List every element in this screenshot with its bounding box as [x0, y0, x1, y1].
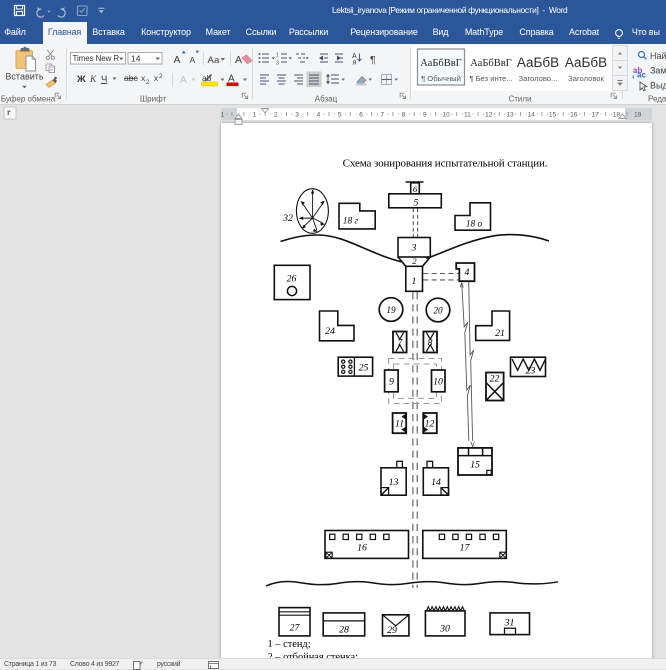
svg-text:Заменить: Заменить	[650, 66, 666, 76]
svg-text:8: 8	[402, 112, 406, 119]
svg-text:32: 32	[282, 213, 293, 224]
svg-text:14: 14	[131, 54, 141, 64]
svg-text:11: 11	[395, 419, 404, 430]
svg-text:¶ Без инте...: ¶ Без инте...	[469, 74, 512, 83]
svg-text:Times New R: Times New R	[73, 54, 120, 63]
svg-text:14: 14	[431, 477, 441, 488]
svg-text:6: 6	[413, 184, 418, 194]
svg-text:20: 20	[433, 306, 443, 316]
svg-text:Заголово...: Заголово...	[519, 74, 558, 83]
svg-text:23: 23	[526, 366, 536, 377]
svg-text:16: 16	[357, 543, 367, 554]
svg-text:26: 26	[287, 274, 297, 285]
svg-text:24: 24	[325, 326, 335, 337]
svg-text:2: 2	[146, 80, 150, 86]
svg-text:8: 8	[428, 338, 433, 349]
svg-text:9: 9	[423, 112, 427, 119]
svg-text:¶ Обычный: ¶ Обычный	[421, 74, 461, 83]
svg-text:30: 30	[439, 624, 450, 635]
svg-text:29: 29	[387, 625, 397, 636]
svg-text:10: 10	[442, 112, 450, 119]
svg-text:1: 1	[253, 112, 257, 119]
svg-text:Абзац: Абзац	[315, 95, 338, 104]
svg-text:10: 10	[433, 377, 443, 388]
svg-text:31: 31	[504, 618, 515, 629]
svg-text:7: 7	[380, 112, 384, 119]
svg-text:abс: abс	[124, 73, 138, 83]
svg-text:15: 15	[549, 112, 557, 119]
svg-text:Схема зонирования испытательно: Схема зонирования испытательной станции.	[343, 158, 548, 170]
svg-text:А: А	[235, 54, 242, 66]
svg-text:Ч: Ч	[101, 74, 107, 85]
svg-text:4: 4	[465, 267, 470, 278]
svg-text:5: 5	[414, 198, 419, 209]
svg-text:3: 3	[411, 243, 417, 254]
svg-text:12: 12	[485, 112, 493, 119]
svg-text:Буфер обмена: Буфер обмена	[1, 95, 56, 104]
svg-text:9: 9	[389, 377, 394, 388]
svg-text:3: 3	[295, 112, 299, 119]
svg-text:Ж: Ж	[76, 74, 86, 85]
svg-text:18 г: 18 г	[343, 217, 359, 227]
svg-text:Найти: Найти	[650, 51, 666, 61]
svg-text:22: 22	[490, 374, 500, 385]
svg-text:1: 1	[276, 53, 279, 59]
svg-text:АаБбВ: АаБбВ	[565, 55, 607, 70]
svg-text:27: 27	[290, 623, 301, 634]
svg-text:1: 1	[412, 276, 417, 287]
svg-text:18 о: 18 о	[466, 220, 483, 230]
svg-text:А: А	[174, 54, 181, 66]
svg-text:14: 14	[528, 112, 536, 119]
svg-text:6: 6	[359, 112, 363, 119]
svg-text:13: 13	[506, 112, 514, 119]
svg-text:28: 28	[339, 625, 349, 636]
svg-text:2: 2	[412, 256, 417, 266]
svg-text:12: 12	[425, 419, 435, 430]
svg-text:17: 17	[460, 543, 471, 554]
svg-text:19: 19	[386, 305, 396, 315]
svg-text:7: 7	[398, 338, 404, 349]
svg-text:2: 2	[159, 74, 163, 80]
svg-text:А: А	[180, 75, 187, 86]
svg-text:АаБбВвГ: АаБбВвГ	[420, 58, 462, 69]
svg-text:АаБбВ: АаБбВ	[517, 55, 559, 70]
svg-text:Стили: Стили	[508, 95, 531, 104]
svg-text:Выделить: Выделить	[650, 81, 666, 91]
svg-text:¶: ¶	[370, 54, 376, 66]
svg-text:16: 16	[570, 112, 578, 119]
svg-text:АаБбВвГ: АаБбВвГ	[470, 58, 512, 69]
svg-text:5: 5	[338, 112, 342, 119]
svg-text:1 – стенд;: 1 – стенд;	[268, 639, 311, 650]
svg-text:я: я	[353, 60, 357, 67]
svg-text:21: 21	[495, 328, 505, 339]
svg-text:4: 4	[317, 112, 321, 119]
svg-text:1: 1	[221, 112, 225, 119]
svg-text:25: 25	[359, 363, 369, 374]
svg-text:ac: ac	[637, 71, 646, 80]
svg-text:13: 13	[389, 477, 399, 488]
svg-text:19: 19	[634, 112, 642, 119]
svg-text:А: А	[190, 55, 196, 65]
svg-text:Шрифт: Шрифт	[140, 95, 167, 104]
svg-text:15: 15	[470, 460, 480, 471]
svg-text:Редакти: Редакти	[648, 95, 666, 104]
svg-text:17: 17	[591, 112, 599, 119]
svg-text:К: К	[89, 75, 97, 85]
svg-text:Вставить: Вставить	[5, 72, 43, 82]
svg-text:11: 11	[464, 112, 471, 119]
svg-text:Аа: Аа	[208, 55, 220, 66]
svg-text:Заголовок: Заголовок	[568, 74, 604, 83]
svg-text:3: 3	[276, 61, 279, 67]
svg-text:ab: ab	[202, 73, 212, 83]
svg-text:2: 2	[274, 112, 278, 119]
